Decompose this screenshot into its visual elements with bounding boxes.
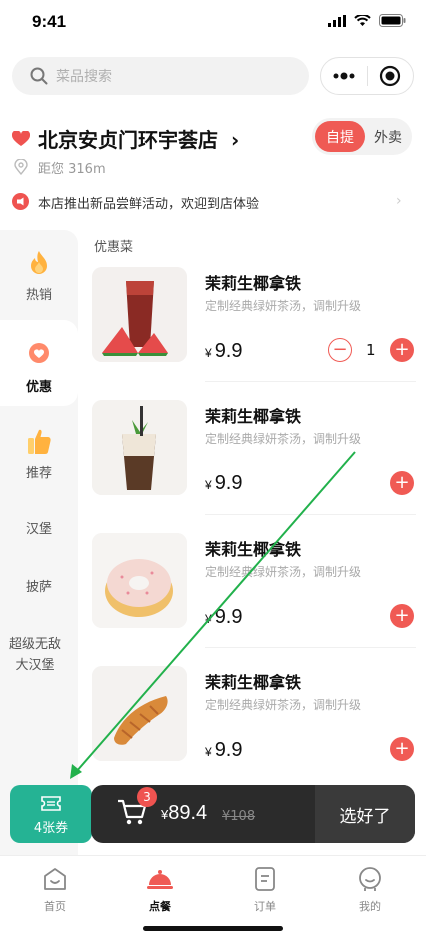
product-desc: 定制经典绿妍茶汤，调制升级 [205, 432, 362, 446]
user-face-icon [359, 867, 381, 891]
announcement-text[interactable]: 本店推出新品尝鲜活动，欢迎到店体验 [38, 193, 259, 212]
chevron-right-icon: › [230, 128, 240, 152]
more-dots-icon [333, 72, 355, 80]
currency-symbol: ¥ [205, 745, 212, 759]
product-name[interactable]: 茉莉生椰拿铁 [205, 270, 301, 294]
product-image[interactable] [92, 533, 187, 628]
tab-label: 点餐 [149, 900, 171, 913]
price-value: 9.9 [214, 472, 243, 494]
add-to-cart-button[interactable]: + [390, 737, 414, 761]
checkout-button[interactable]: 选好了 [315, 785, 415, 843]
favorite-heart-icon[interactable] [11, 128, 31, 152]
add-to-cart-button[interactable]: + [390, 604, 414, 628]
tab-order-food[interactable]: 点餐 [130, 866, 190, 914]
sidebar-item-hot[interactable]: 热销 [0, 250, 78, 303]
product-divider [205, 381, 416, 382]
cart-total: ¥89.4 [161, 802, 207, 825]
store-name-text: 北京安贞门环宇荟店 [38, 128, 218, 152]
more-button[interactable] [321, 72, 367, 80]
search-input[interactable]: 菜品搜索 [12, 57, 309, 95]
status-time: 9:41 [32, 12, 67, 31]
currency-symbol: ¥ [205, 612, 212, 626]
battery-icon [379, 14, 406, 27]
price-value: 9.9 [214, 340, 243, 362]
mode-delivery-tab[interactable]: 外卖 [365, 127, 411, 147]
product-name[interactable]: 茉莉生椰拿铁 [205, 669, 301, 693]
tab-label: 首页 [44, 900, 66, 913]
sidebar-item-label: 优惠 [25, 380, 52, 395]
fire-icon [31, 251, 47, 274]
product-image[interactable] [92, 666, 187, 761]
home-icon [44, 868, 66, 890]
status-icons [328, 14, 406, 27]
sidebar-item-discount[interactable]: 优惠 [0, 342, 78, 395]
product-price: ¥9.9 [205, 606, 243, 629]
sidebar-item-burger[interactable]: 汉堡 [0, 518, 78, 537]
sidebar-item-label: 热销 [25, 288, 52, 303]
cart-count-badge: 3 [137, 787, 157, 807]
tab-label: 我的 [359, 900, 381, 913]
decrease-qty-button[interactable]: − [328, 338, 352, 362]
price-value: 9.9 [214, 606, 243, 628]
product-image[interactable] [92, 267, 187, 362]
miniprogram-capsule [320, 57, 414, 95]
product-name[interactable]: 茉莉生椰拿铁 [205, 403, 301, 427]
signal-icon [328, 14, 346, 27]
announcement-icon [12, 193, 29, 210]
cart-total-value: 89.4 [168, 802, 208, 824]
ticket-icon [41, 796, 61, 811]
product-price: ¥9.9 [205, 340, 243, 363]
tab-orders[interactable]: 订单 [235, 866, 295, 914]
mode-pickup-tab[interactable]: 自提 [315, 121, 365, 152]
product-divider [205, 514, 416, 515]
order-list-icon [255, 867, 275, 891]
cart-original-price: ¥108 [222, 809, 256, 824]
home-indicator [143, 926, 283, 931]
sidebar-item-recommend[interactable]: 推荐 [0, 426, 78, 481]
product-price: ¥9.9 [205, 739, 243, 762]
currency-symbol: ¥ [205, 478, 212, 492]
product-desc: 定制经典绿妍茶汤，调制升级 [205, 299, 362, 313]
coupon-button[interactable]: 4张券 [10, 785, 92, 843]
price-value: 9.9 [214, 739, 243, 761]
product-name[interactable]: 茉莉生椰拿铁 [205, 536, 301, 560]
sidebar-item-label: 推荐 [25, 466, 52, 481]
coupon-label: 4张券 [33, 821, 69, 836]
target-close-icon [380, 65, 401, 87]
search-placeholder: 菜品搜索 [56, 69, 112, 85]
product-image[interactable] [92, 400, 187, 495]
close-miniprogram-button[interactable] [367, 65, 413, 87]
location-pin-icon [14, 158, 28, 179]
chevron-right-icon[interactable]: › [396, 193, 402, 209]
sidebar-item-super-burger[interactable]: 超级无敌大汉堡 [4, 634, 66, 676]
sidebar-item-pizza[interactable]: 披萨 [0, 576, 78, 595]
wifi-icon [354, 14, 371, 26]
currency-symbol: ¥ [205, 346, 212, 360]
section-title: 优惠菜 [94, 240, 134, 255]
quantity-value: 1 [366, 341, 376, 359]
heart-badge-icon [29, 343, 49, 363]
dining-cloche-icon [147, 870, 173, 889]
add-to-cart-button[interactable]: + [390, 338, 414, 362]
tab-home[interactable]: 首页 [25, 866, 85, 914]
thumbs-up-icon [28, 429, 51, 454]
tab-mine[interactable]: 我的 [340, 866, 400, 914]
store-distance: 距您 316m [38, 162, 106, 177]
product-price: ¥9.9 [205, 472, 243, 495]
store-name[interactable]: 北京安贞门环宇荟店 › [38, 124, 239, 153]
order-mode-toggle: 自提 外卖 [312, 118, 412, 155]
tab-label: 订单 [254, 900, 276, 913]
add-to-cart-button[interactable]: + [390, 471, 414, 495]
search-icon [30, 67, 48, 85]
product-divider [205, 647, 416, 648]
product-desc: 定制经典绿妍茶汤，调制升级 [205, 565, 362, 579]
product-desc: 定制经典绿妍茶汤，调制升级 [205, 698, 362, 712]
